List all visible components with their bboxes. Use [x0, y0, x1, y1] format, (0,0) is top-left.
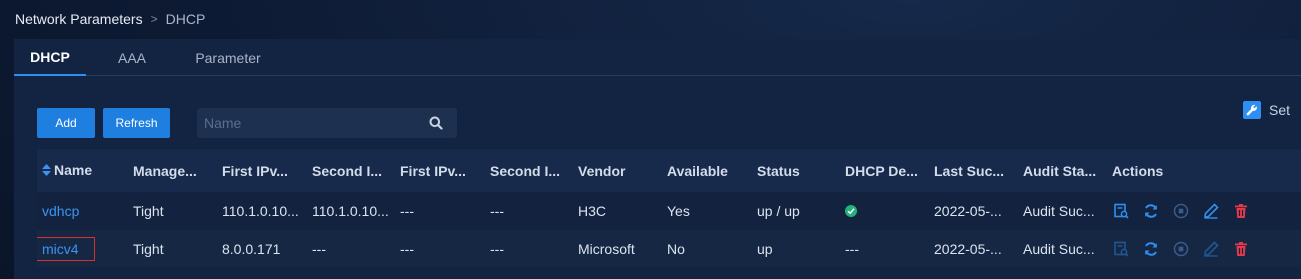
header-dhcp-detect: DHCP De...: [845, 162, 918, 179]
stop-icon[interactable]: [1172, 240, 1190, 258]
header-last-success: Last Suc...: [934, 162, 1005, 179]
sort-icon[interactable]: [42, 163, 51, 179]
cell-first-ipv4: 8.0.0.171: [222, 240, 281, 257]
cell-name: vdhcp: [37, 192, 128, 230]
cell-dhcp-detect: ---: [845, 240, 859, 257]
cell-available: No: [667, 240, 685, 257]
set-label: Set: [1268, 102, 1290, 118]
cell-status: up / up: [757, 203, 800, 219]
cell-last-success: 2022-05-...: [934, 240, 1002, 257]
cell-vendor: H3C: [578, 203, 607, 219]
highlight-box: micv4: [37, 236, 95, 261]
delete-icon[interactable]: [1232, 202, 1250, 220]
header-second-ipv4: Second I...: [312, 162, 383, 179]
tab-bar: DHCP AAA Parameter: [14, 39, 1301, 76]
header-audit-status: Audit Sta...: [1023, 162, 1097, 179]
edit-icon[interactable]: [1202, 202, 1220, 220]
search-box: [197, 108, 457, 138]
cell-actions: [1107, 230, 1301, 267]
header-second-ipv6: Second I...: [490, 162, 561, 179]
audit-icon[interactable]: [1112, 202, 1130, 220]
breadcrumb: Network Parameters > DHCP: [15, 11, 205, 27]
cell-second-ipv4: ---: [312, 240, 326, 257]
header-vendor: Vendor: [578, 162, 626, 179]
content-panel: DHCP AAA Parameter Add Refresh Set Name …: [14, 39, 1301, 279]
header-status: Status: [757, 162, 800, 179]
breadcrumb-parent[interactable]: Network Parameters: [15, 11, 143, 27]
cell-dhcp-detect: [840, 192, 929, 230]
sync-icon[interactable]: [1142, 202, 1160, 220]
audit-icon[interactable]: [1112, 240, 1130, 258]
breadcrumb-separator: >: [150, 12, 158, 26]
cell-name: micv4: [37, 230, 128, 267]
tab-parameter[interactable]: Parameter: [178, 39, 278, 76]
cell-management: Tight: [133, 203, 164, 219]
table-row: vdhcp Tight 110.1.0.10... 110.1.0.10... …: [37, 192, 1301, 230]
header-first-ipv6: First IPv...: [400, 162, 466, 179]
cell-available: Yes: [667, 203, 690, 219]
table-header-row: Name Manage... First IPv... Second I... …: [37, 149, 1301, 192]
cell-first-ipv4: 110.1.0.10...: [222, 203, 299, 219]
header-name[interactable]: Name: [37, 149, 128, 192]
table-row: micv4 Tight 8.0.0.171 --- --- --- Micros…: [37, 230, 1301, 267]
cell-second-ipv4: 110.1.0.10...: [312, 203, 389, 219]
cell-actions: [1107, 192, 1301, 230]
sync-icon[interactable]: [1142, 240, 1160, 258]
search-icon[interactable]: [429, 116, 443, 130]
breadcrumb-current: DHCP: [165, 11, 206, 27]
wrench-icon: [1242, 101, 1261, 119]
tab-aaa[interactable]: AAA: [86, 39, 178, 76]
header-available: Available: [667, 162, 728, 179]
header-first-ipv4: First IPv...: [222, 162, 288, 179]
cell-second-ipv6: ---: [490, 240, 504, 257]
cell-audit-status: Audit Suc...: [1023, 240, 1095, 257]
refresh-button[interactable]: Refresh: [103, 108, 170, 138]
header-actions: Actions: [1112, 162, 1164, 179]
dhcp-table: Name Manage... First IPv... Second I... …: [37, 149, 1301, 267]
cell-audit-status: Audit Suc...: [1023, 203, 1095, 219]
set-button[interactable]: Set: [1242, 101, 1290, 119]
name-link[interactable]: micv4: [42, 241, 79, 257]
check-circle-icon: [845, 205, 857, 217]
delete-icon[interactable]: [1232, 240, 1250, 258]
tab-dhcp[interactable]: DHCP: [14, 39, 86, 76]
cell-first-ipv6: ---: [400, 240, 414, 257]
stop-icon[interactable]: [1172, 202, 1190, 220]
cell-management: Tight: [133, 240, 164, 257]
cell-second-ipv6: ---: [490, 203, 504, 219]
cell-first-ipv6: ---: [400, 203, 414, 219]
header-management: Manage...: [133, 162, 197, 179]
cell-last-success: 2022-05-...: [934, 203, 1002, 219]
search-input[interactable]: [197, 115, 417, 131]
cell-vendor: Microsoft: [578, 240, 635, 257]
add-button[interactable]: Add: [37, 108, 95, 138]
name-link[interactable]: vdhcp: [42, 203, 79, 219]
edit-icon[interactable]: [1202, 240, 1220, 258]
cell-status: up: [757, 240, 773, 257]
